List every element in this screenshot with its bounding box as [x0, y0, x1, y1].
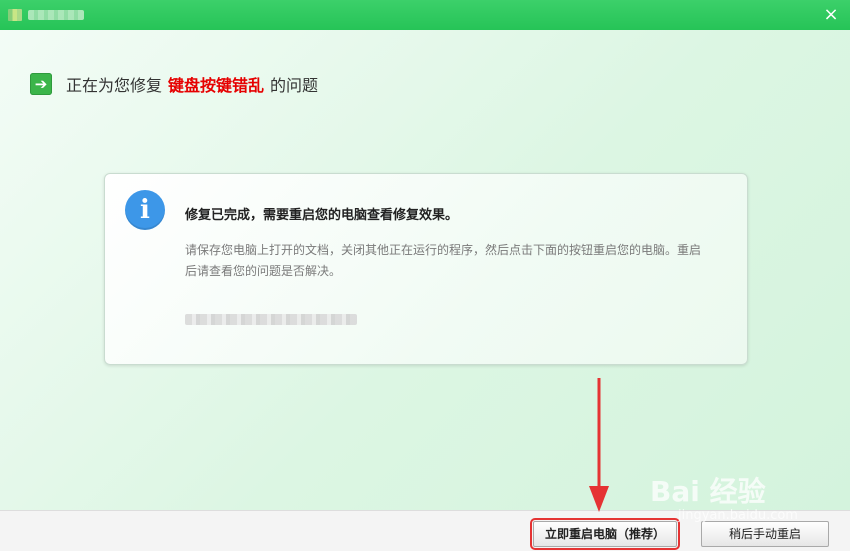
- title-bar: ×: [0, 0, 850, 30]
- app-logo-icon: [8, 9, 22, 21]
- info-card: i 修复已完成，需要重启您的电脑查看修复效果。 请保存您电脑上打开的文档，关闭其…: [104, 173, 748, 365]
- restart-now-button[interactable]: 立即重启电脑（推荐）: [530, 518, 680, 550]
- info-title: 修复已完成，需要重启您的电脑查看修复效果。: [185, 208, 459, 223]
- blurred-text: [185, 314, 357, 325]
- heading-suffix: 的问题: [270, 76, 319, 95]
- app-title-blurred: [28, 10, 84, 20]
- repair-heading: ➔ 正在为您修复 键盘按键错乱 的问题: [30, 72, 318, 96]
- restart-later-button[interactable]: 稍后手动重启: [701, 521, 829, 547]
- heading-problem-name: 键盘按键错乱: [168, 76, 265, 95]
- heading-text: 正在为您修复 键盘按键错乱 的问题: [66, 72, 318, 96]
- footer-bar: 立即重启电脑（推荐） 稍后手动重启: [0, 510, 850, 551]
- heading-prefix: 正在为您修复: [66, 76, 163, 95]
- main-content: ➔ 正在为您修复 键盘按键错乱 的问题 i 修复已完成，需要重启您的电脑查看修复效果…: [0, 30, 850, 510]
- info-icon: i: [125, 190, 165, 230]
- close-button[interactable]: ×: [820, 4, 842, 26]
- arrow-right-icon: ➔: [30, 73, 52, 95]
- info-description: 请保存您电脑上打开的文档，关闭其他正在运行的程序，然后点击下面的按钮重启您的电脑…: [185, 243, 702, 278]
